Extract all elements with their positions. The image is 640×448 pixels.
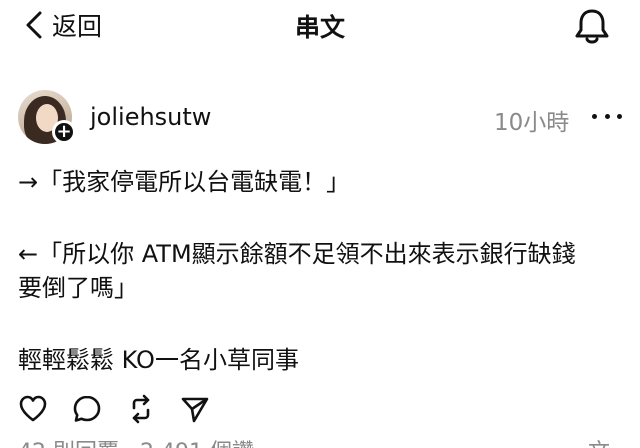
repost-icon bbox=[126, 394, 156, 424]
post-text-line: →「我家停電所以台電缺電！」 bbox=[18, 168, 351, 196]
post-username[interactable]: joliehsutw bbox=[90, 103, 211, 131]
post-text-line: 要倒了嗎」 bbox=[18, 274, 138, 302]
top-nav-bar: 返回 串文 bbox=[0, 0, 640, 52]
like-button[interactable] bbox=[18, 394, 48, 424]
send-icon bbox=[180, 394, 210, 424]
share-button[interactable] bbox=[180, 394, 210, 424]
thread-screen: 返回 串文 + joliehsutw 10小時 →「我家停電所以台電缺電！」 ←… bbox=[0, 0, 640, 448]
translate-label[interactable]: 文 bbox=[588, 434, 610, 448]
post-stats[interactable]: 42 則回覆 · 2,491 個讚 bbox=[18, 434, 254, 448]
more-horizontal-icon-dot bbox=[617, 113, 622, 119]
heart-icon bbox=[18, 394, 48, 424]
more-options-button[interactable] bbox=[592, 102, 622, 130]
more-horizontal-icon-dot bbox=[592, 113, 597, 119]
post-text-line: 輕輕鬆鬆 KO一名小草同事 bbox=[18, 346, 299, 374]
comment-icon bbox=[72, 394, 102, 424]
bell-icon bbox=[572, 9, 612, 50]
post-text-line: ←「所以你 ATM顯示餘額不足領不出來表示銀行缺錢 bbox=[18, 240, 576, 268]
plus-icon: + bbox=[56, 121, 72, 142]
repost-button[interactable] bbox=[126, 394, 156, 424]
notifications-button[interactable] bbox=[572, 6, 612, 50]
post-timestamp: 10小時 bbox=[494, 110, 570, 136]
more-horizontal-icon-dot bbox=[604, 113, 610, 119]
reply-button[interactable] bbox=[72, 394, 102, 424]
page-title: 串文 bbox=[294, 13, 345, 42]
post-actions bbox=[18, 394, 234, 426]
follow-button[interactable]: + bbox=[52, 120, 76, 144]
